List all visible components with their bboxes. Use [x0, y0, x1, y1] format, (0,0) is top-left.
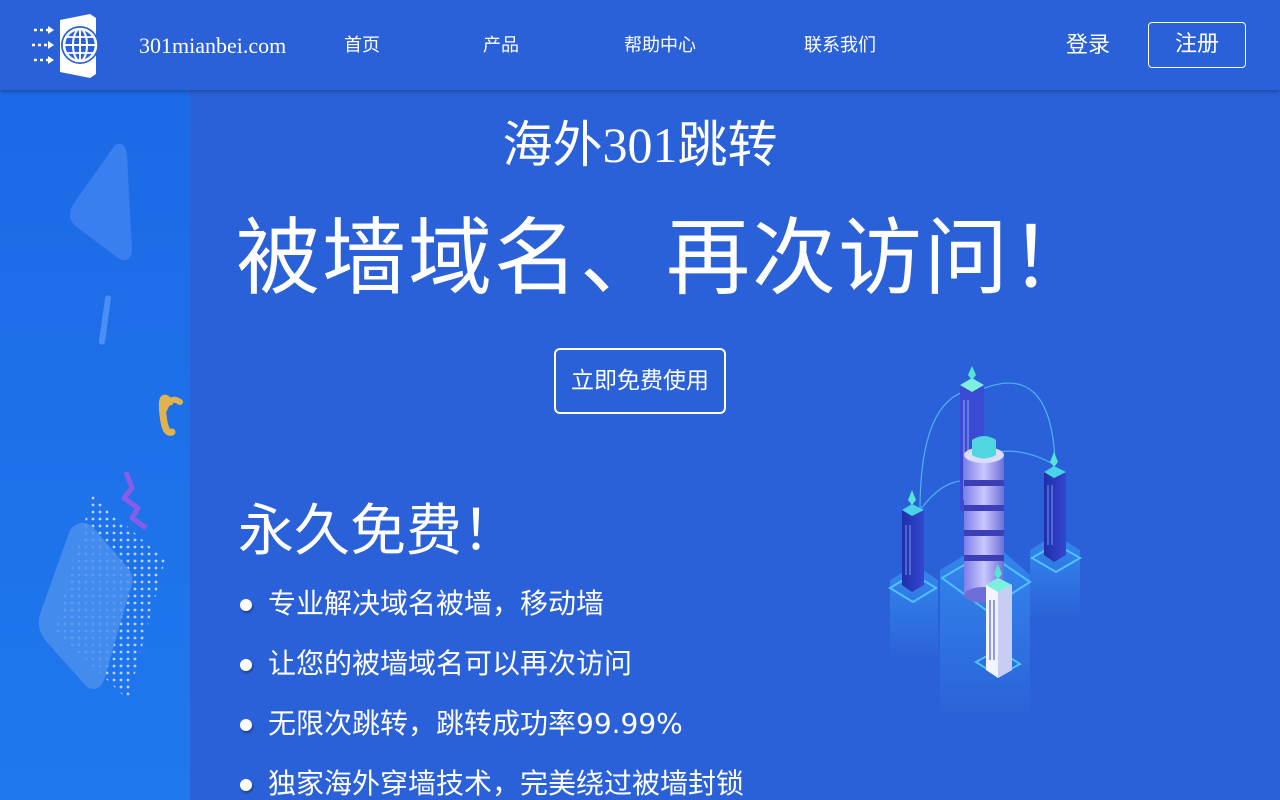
bullet-dot-icon: [240, 779, 252, 791]
bullet-dot-icon: [240, 599, 252, 611]
hero-subtitle-number: 301: [602, 117, 678, 173]
nav-help-center[interactable]: 帮助中心: [624, 33, 696, 59]
register-button[interactable]: 注册: [1148, 22, 1246, 68]
free-trial-button[interactable]: 立即免费使用: [554, 348, 726, 414]
bullet-dot-icon: [240, 719, 252, 731]
abstract-shapes-icon: [38, 143, 183, 700]
login-link[interactable]: 登录: [1066, 31, 1110, 61]
features-list: 专业解决域名被墙，移动墙 让您的被墙域名可以再次访问 无限次跳转，跳转成功率99…: [238, 580, 744, 800]
feature-text: 独家海外穿墙技术，完美绕过被墙封锁: [268, 767, 745, 800]
left-decoration-panel: [0, 90, 190, 800]
hero-subtitle: 海外301跳转: [0, 112, 1280, 178]
feature-item: 无限次跳转，跳转成功率99.99%: [238, 700, 744, 760]
feature-text: 让您的被墙域名可以再次访问: [268, 647, 633, 680]
nav-home[interactable]: 首页: [344, 33, 380, 59]
feature-text: 无限次跳转，跳转成功率99.99%: [268, 707, 683, 740]
feature-item: 让您的被墙域名可以再次访问: [238, 640, 744, 700]
nav-products[interactable]: 产品: [483, 33, 519, 59]
hero-subtitle-prefix: 海外: [502, 116, 603, 174]
features-title: 永久免费！: [238, 499, 518, 564]
server-towers-illustration: [880, 360, 1100, 730]
top-navbar: 301mianbei.com 首页 产品 帮助中心 联系我们 登录 注册: [0, 0, 1280, 90]
globe-door-logo-icon[interactable]: [30, 12, 110, 80]
hero-subtitle-suffix: 跳转: [677, 116, 778, 174]
site-name-link[interactable]: 301mianbei.com: [139, 30, 286, 62]
nav-contact-us[interactable]: 联系我们: [804, 33, 876, 59]
feature-item: 独家海外穿墙技术，完美绕过被墙封锁: [238, 760, 744, 800]
feature-item: 专业解决域名被墙，移动墙: [238, 580, 744, 640]
hero-title: 被墙域名、再次访问！: [236, 209, 1097, 307]
bullet-dot-icon: [240, 659, 252, 671]
feature-text: 专业解决域名被墙，移动墙: [268, 587, 605, 620]
